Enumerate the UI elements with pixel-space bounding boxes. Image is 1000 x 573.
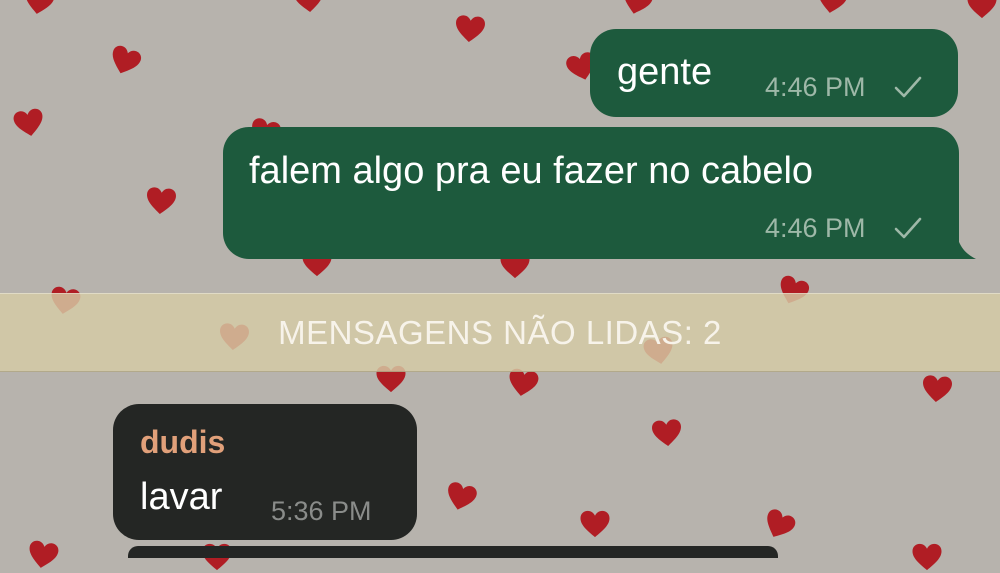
heart-icon: [20, 0, 59, 19]
message-time: 4:46 PM: [765, 213, 866, 243]
heart-icon: [910, 542, 944, 572]
heart-icon: [578, 509, 612, 539]
message-time: 4:46 PM: [765, 72, 866, 102]
check-icon: [894, 217, 922, 239]
heart-icon: [813, 0, 852, 18]
message-time: 5:36 PM: [271, 496, 372, 526]
heart-icon: [617, 0, 658, 20]
outgoing-message[interactable]: gente 4:46 PM: [590, 29, 958, 117]
unread-messages-label: MENSAGENS NÃO LIDAS: 2: [278, 314, 722, 351]
heart-icon: [441, 478, 482, 516]
heart-icon: [24, 537, 63, 572]
heart-icon: [757, 504, 800, 546]
heart-icon: [104, 41, 146, 81]
incoming-message[interactable]: dudis lavar 5:36 PM: [113, 404, 417, 540]
heart-icon: [452, 13, 488, 46]
message-text: lavar: [140, 476, 223, 518]
heart-icon: [291, 0, 327, 15]
heart-icon: [965, 0, 999, 20]
message-text: gente: [617, 51, 713, 93]
heart-icon: [649, 417, 685, 450]
next-message-edge: [128, 546, 778, 558]
heart-icon: [143, 185, 179, 218]
sender-name[interactable]: dudis: [140, 424, 225, 461]
check-icon: [894, 76, 922, 98]
heart-icon: [10, 105, 49, 140]
unread-messages-divider: MENSAGENS NÃO LIDAS: 2: [0, 293, 1000, 372]
heart-icon: [919, 373, 955, 406]
bubble-tail: [936, 218, 976, 259]
message-text: falem algo pra eu fazer no cabelo: [249, 150, 814, 192]
outgoing-message[interactable]: falem algo pra eu fazer no cabelo 4:46 P…: [223, 127, 959, 259]
